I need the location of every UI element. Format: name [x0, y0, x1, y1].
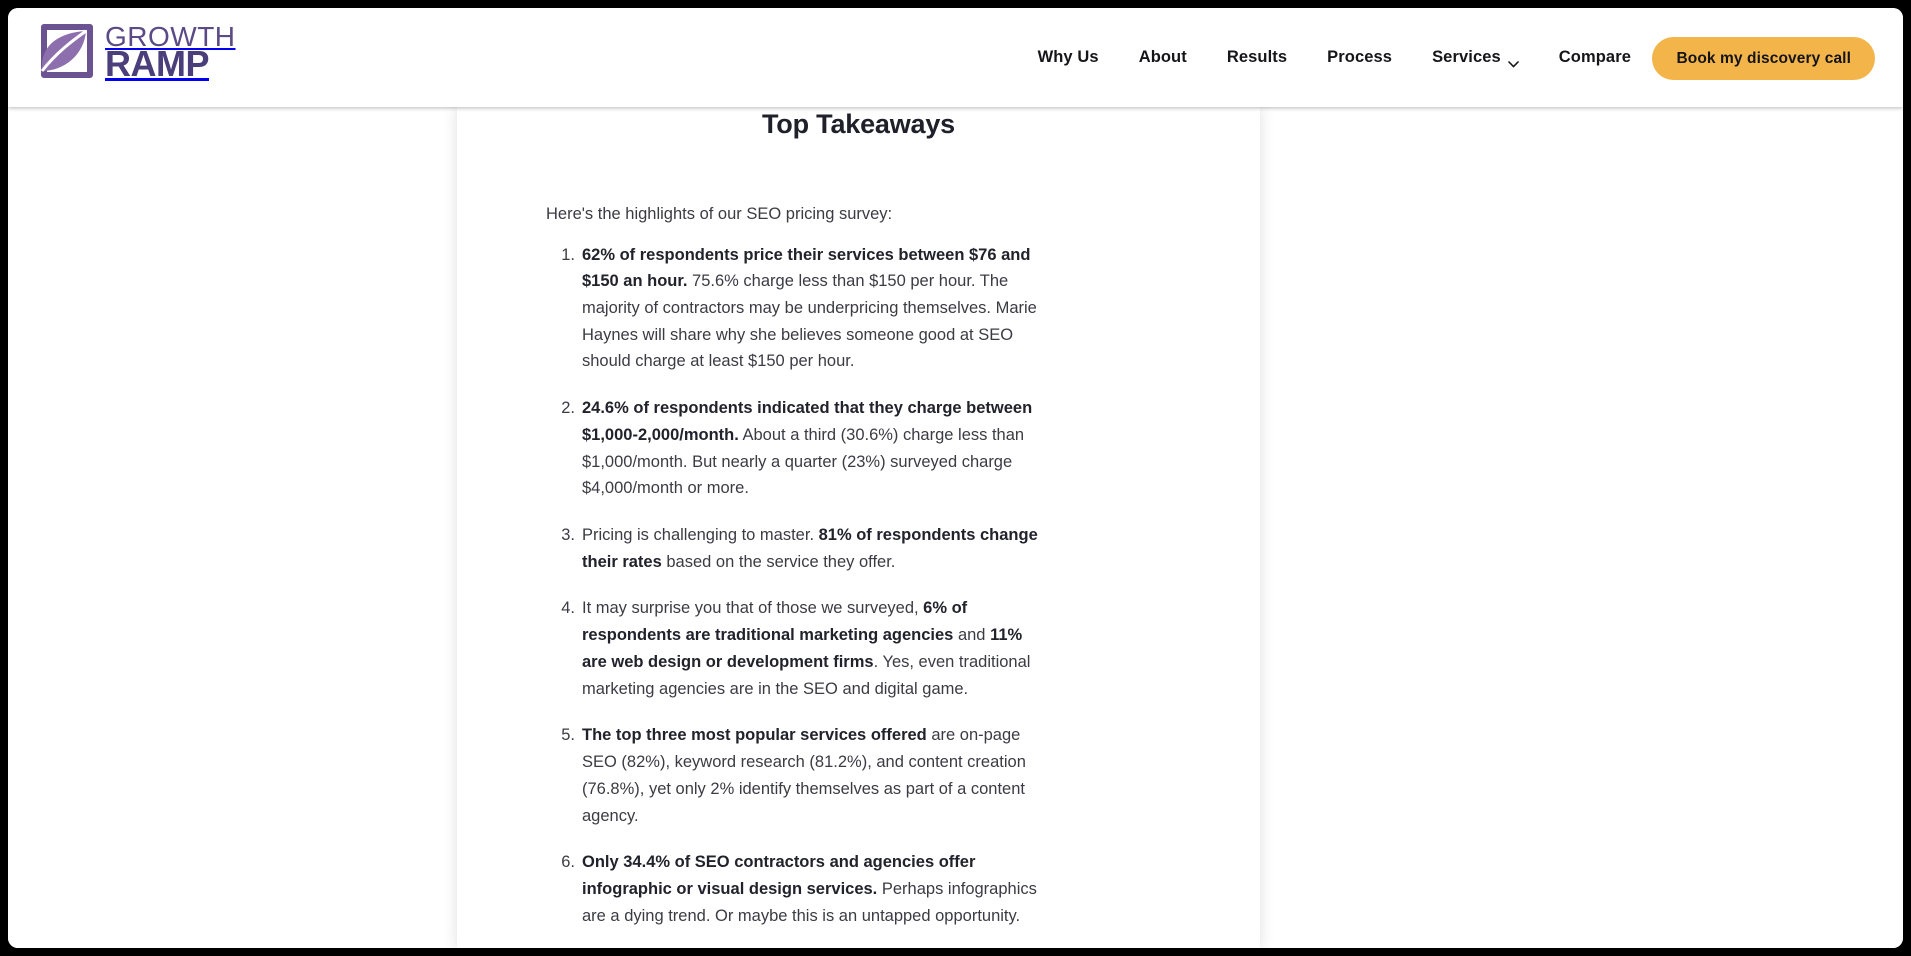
site-header: GROWTH RAMP Why Us About Results Process… — [8, 8, 1903, 107]
logo-ramp-text: RAMP — [105, 42, 209, 84]
nav-item-compare[interactable]: Compare — [1539, 48, 1651, 67]
takeaways-list: 62% of respondents price their services … — [553, 242, 1046, 930]
nav-item-label: About — [1138, 48, 1187, 66]
list-item: Pricing is challenging to master. 81% of… — [553, 522, 1046, 575]
list-item: Only 34.4% of SEO contractors and agenci… — [553, 849, 1046, 929]
takeaway-text: and — [953, 626, 991, 645]
book-discovery-call-button[interactable]: Book my discovery call — [1652, 37, 1875, 80]
list-item: 62% of respondents price their services … — [553, 242, 1046, 376]
takeaway-text: Pricing is challenging to master. — [582, 526, 819, 545]
site-logo[interactable]: GROWTH RAMP — [34, 19, 236, 85]
article-intro: Here's the highlights of our SEO pricing… — [546, 205, 893, 223]
leaf-mark-icon — [34, 23, 96, 81]
nav-item-results[interactable]: Results — [1207, 48, 1307, 67]
page-body: Top Takeaways Here's the highlights of o… — [8, 107, 1903, 948]
list-item: 24.6% of respondents indicated that they… — [553, 395, 1046, 502]
logo-wordmark: GROWTH RAMP — [105, 22, 236, 84]
main-navigation: Why Us About Results Process Services Co… — [1018, 8, 1651, 107]
page-title: Top Takeaways — [762, 109, 955, 139]
nav-item-label: Services — [1432, 48, 1501, 66]
article-card: Top Takeaways Here's the highlights of o… — [457, 107, 1260, 948]
nav-item-label: Results — [1226, 48, 1288, 66]
nav-item-process[interactable]: Process — [1307, 48, 1412, 67]
takeaway-text: based on the service they offer. — [661, 552, 896, 571]
nav-item-about[interactable]: About — [1119, 48, 1207, 67]
nav-item-label: Why Us — [1037, 48, 1099, 66]
nav-item-label: Process — [1327, 48, 1393, 66]
nav-item-label: Compare — [1558, 48, 1631, 66]
browser-window: GROWTH RAMP Why Us About Results Process… — [8, 8, 1903, 948]
takeaway-highlight: The top three most popular services offe… — [582, 726, 927, 745]
takeaway-text: It may surprise you that of those we sur… — [582, 599, 924, 618]
nav-item-services[interactable]: Services — [1412, 48, 1539, 68]
nav-item-why-us[interactable]: Why Us — [1018, 48, 1119, 67]
list-item: The top three most popular services offe… — [553, 722, 1046, 829]
list-item: It may surprise you that of those we sur… — [553, 595, 1046, 702]
chevron-down-icon — [1507, 54, 1519, 68]
